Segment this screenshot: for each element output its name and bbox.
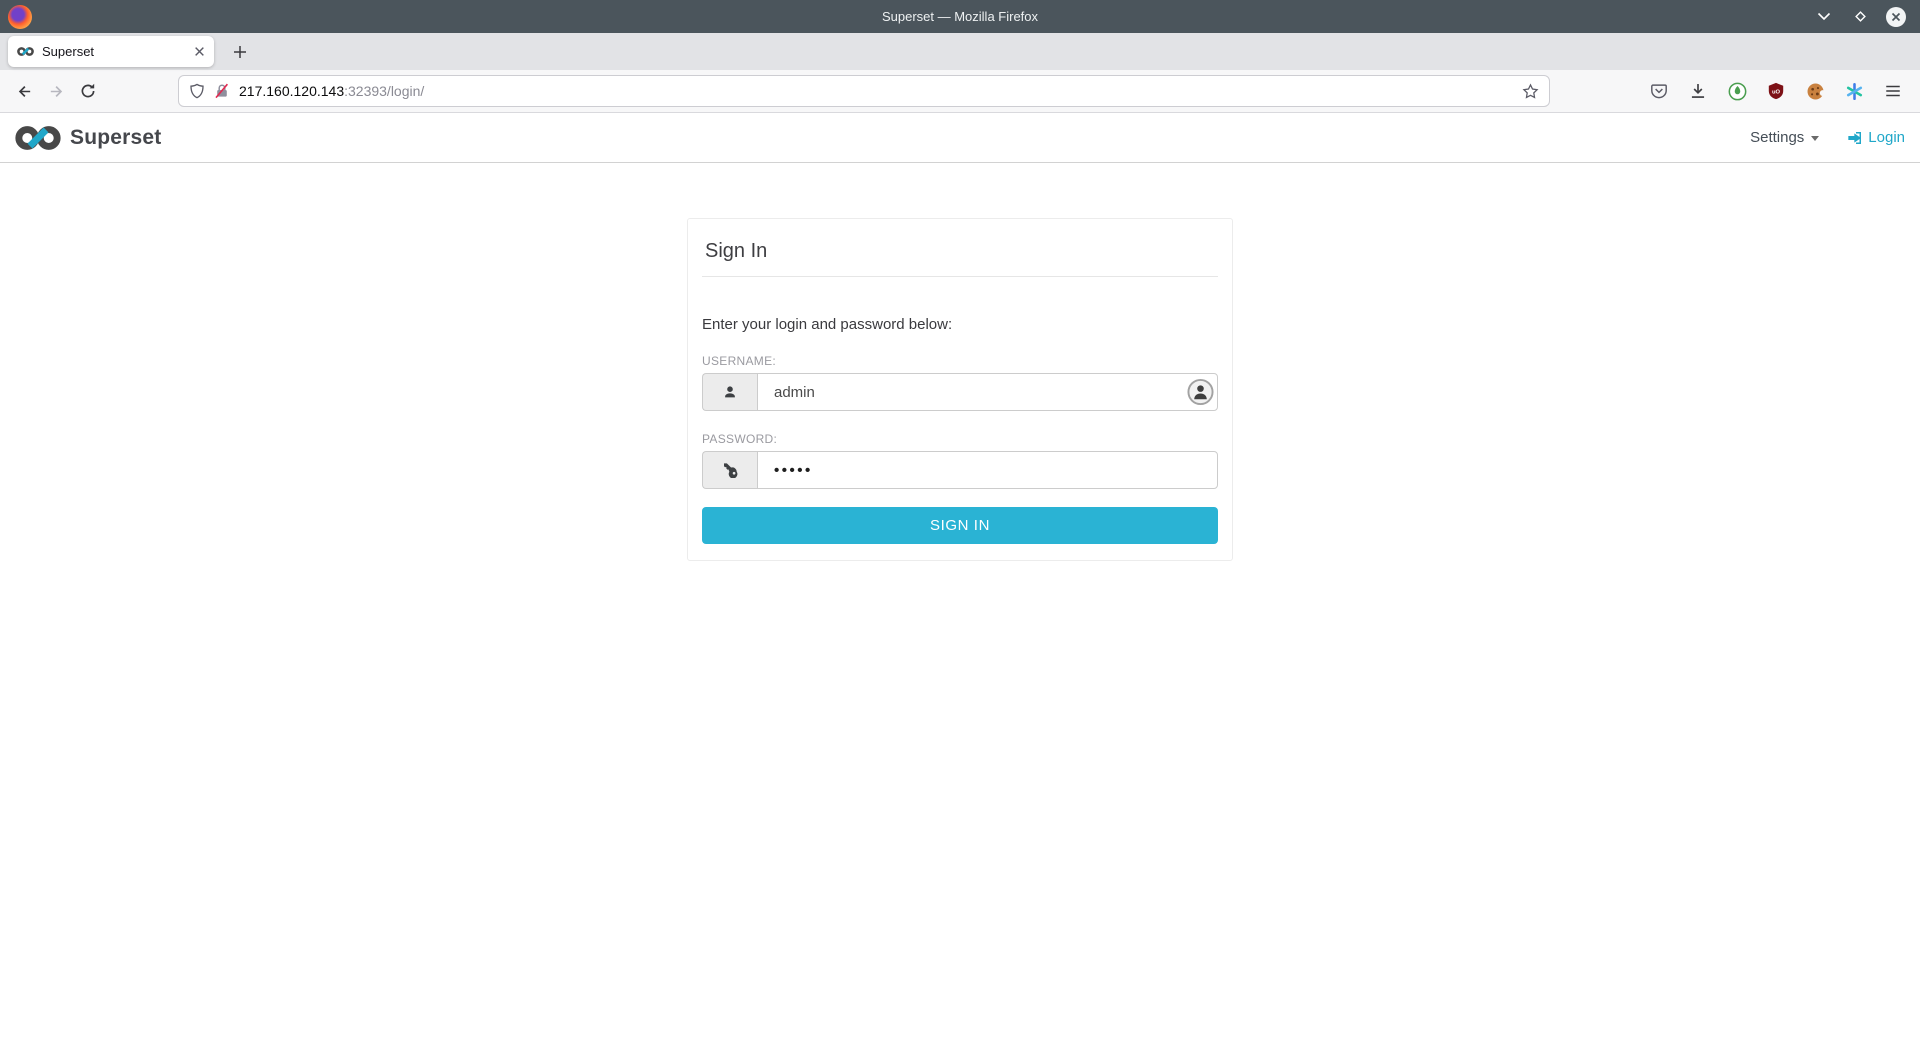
password-manager-icon[interactable] bbox=[1187, 379, 1214, 406]
browser-toolbar: 217.160.120.143:32393/login/ uO bbox=[0, 70, 1920, 113]
pocket-icon[interactable] bbox=[1648, 80, 1670, 102]
tracking-shield-icon[interactable] bbox=[189, 83, 205, 99]
url-bar[interactable]: 217.160.120.143:32393/login/ bbox=[178, 75, 1550, 107]
user-icon bbox=[702, 373, 757, 411]
password-input-group bbox=[702, 451, 1218, 489]
settings-menu[interactable]: Settings bbox=[1750, 129, 1819, 146]
tab-bar: Superset bbox=[0, 33, 1920, 70]
password-label: PASSWORD: bbox=[702, 432, 1218, 446]
settings-label: Settings bbox=[1750, 129, 1804, 146]
key-icon bbox=[702, 451, 757, 489]
tab-title: Superset bbox=[42, 44, 186, 59]
svg-text:uO: uO bbox=[1772, 89, 1781, 95]
close-icon[interactable] bbox=[1886, 7, 1906, 27]
url-path: :32393/login/ bbox=[344, 83, 424, 99]
reload-icon[interactable] bbox=[72, 75, 104, 107]
window-controls bbox=[1814, 7, 1912, 27]
panel-title: Sign In bbox=[705, 240, 1218, 263]
back-icon[interactable] bbox=[8, 75, 40, 107]
firefox-logo bbox=[8, 5, 32, 29]
sign-in-panel: Sign In Enter your login and password be… bbox=[687, 218, 1233, 561]
login-arrow-icon bbox=[1847, 130, 1863, 146]
insecure-lock-icon[interactable] bbox=[214, 83, 230, 99]
username-input[interactable] bbox=[757, 373, 1218, 411]
bookmark-star-icon[interactable] bbox=[1522, 83, 1539, 100]
cookie-extension-icon[interactable] bbox=[1804, 80, 1826, 102]
multicolor-asterisk-icon[interactable] bbox=[1843, 80, 1865, 102]
minimize-icon[interactable] bbox=[1814, 7, 1834, 27]
url-text[interactable]: 217.160.120.143:32393/login/ bbox=[239, 83, 1513, 99]
toolbar-extensions: uO bbox=[1648, 80, 1912, 102]
login-link[interactable]: Login bbox=[1847, 129, 1905, 146]
ublock-origin-icon[interactable]: uO bbox=[1765, 80, 1787, 102]
username-input-group bbox=[702, 373, 1218, 411]
navbar-right: Settings Login bbox=[1750, 129, 1905, 146]
tab-close-icon[interactable] bbox=[194, 46, 205, 57]
sign-in-button[interactable]: SIGN IN bbox=[702, 507, 1218, 544]
downloads-icon[interactable] bbox=[1687, 80, 1709, 102]
maximize-icon[interactable] bbox=[1850, 7, 1870, 27]
brand-name: Superset bbox=[70, 126, 161, 150]
window-title: Superset — Mozilla Firefox bbox=[882, 9, 1038, 24]
superset-favicon bbox=[17, 46, 34, 57]
tab-superset[interactable]: Superset bbox=[8, 36, 214, 67]
superset-navbar: Superset Settings Login bbox=[0, 113, 1920, 163]
superset-brand[interactable]: Superset bbox=[15, 124, 161, 152]
page-content: Sign In Enter your login and password be… bbox=[0, 218, 1920, 1042]
login-instruction: Enter your login and password below: bbox=[702, 316, 1218, 333]
green-extension-icon[interactable] bbox=[1726, 80, 1748, 102]
login-label: Login bbox=[1868, 129, 1905, 146]
password-input[interactable] bbox=[757, 451, 1218, 489]
forward-icon[interactable] bbox=[40, 75, 72, 107]
url-host: 217.160.120.143 bbox=[239, 83, 344, 99]
os-titlebar: Superset — Mozilla Firefox bbox=[0, 0, 1920, 33]
menu-icon[interactable] bbox=[1882, 80, 1904, 102]
superset-logo bbox=[15, 124, 61, 152]
new-tab-icon[interactable] bbox=[226, 38, 254, 66]
panel-divider bbox=[702, 276, 1218, 277]
chevron-down-icon bbox=[1811, 136, 1819, 141]
username-label: USERNAME: bbox=[702, 354, 1218, 368]
